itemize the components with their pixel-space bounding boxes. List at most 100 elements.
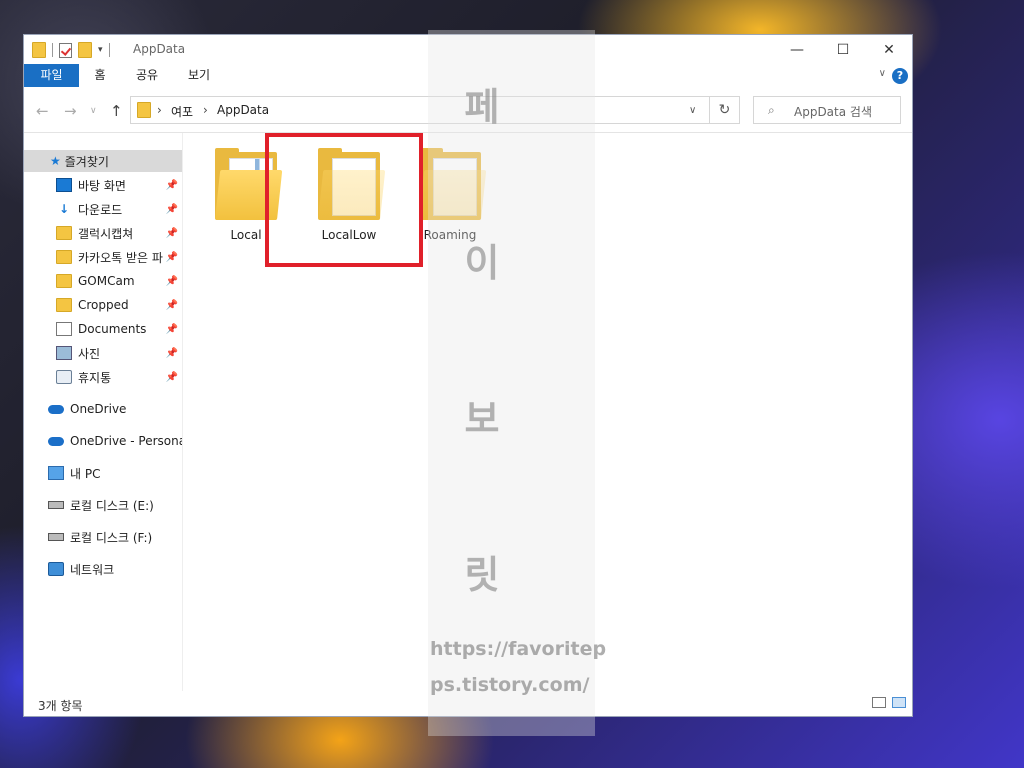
watermark-char: 이	[464, 241, 500, 285]
nav-label: 즐겨찾기	[64, 154, 109, 169]
quick-access-toolbar: ▾	[32, 41, 110, 59]
cloud-icon	[48, 404, 64, 414]
customize-toolbar-icon[interactable]: ▾	[98, 45, 103, 55]
watermark-url: ps.tistory.com/	[430, 674, 590, 696]
nav-this-pc[interactable]: 내 PC	[24, 462, 182, 484]
watermark-panel	[428, 30, 595, 736]
expand-ribbon-icon[interactable]: ∨	[879, 68, 886, 79]
tab-file[interactable]: 파일	[24, 64, 79, 87]
search-placeholder: AppData 검색	[794, 105, 872, 119]
pc-icon	[48, 466, 64, 480]
nav-label: 휴지통	[78, 370, 112, 385]
nav-onedrive[interactable]: OneDrive	[24, 398, 182, 420]
watermark-char: 릿	[464, 553, 500, 597]
search-box[interactable]: ⌕ AppData 검색	[753, 96, 901, 124]
nav-galaxy-capture[interactable]: 갤럭시캡쳐 📌	[24, 222, 182, 244]
nav-network[interactable]: 네트워크	[24, 558, 182, 580]
pin-icon: 📌	[165, 323, 178, 335]
nav-label: 갤럭시캡쳐	[78, 226, 134, 241]
tab-view[interactable]: 보기	[182, 64, 216, 87]
folder-icon	[56, 250, 72, 264]
nav-label: 바탕 화면	[78, 178, 126, 193]
refresh-icon[interactable]: ↻	[710, 96, 740, 124]
highlight-box	[265, 133, 423, 267]
nav-quick-access[interactable]: ★ 즐겨찾기	[24, 150, 182, 172]
navigation-pane: ★ 즐겨찾기 바탕 화면 📌 ↓ 다운로드 📌 갤럭시캡쳐 📌 카카오톡 받은 …	[24, 133, 183, 691]
nav-cropped[interactable]: Cropped 📌	[24, 294, 182, 316]
tab-share[interactable]: 공유	[130, 64, 164, 87]
nav-label: Cropped	[78, 298, 129, 312]
drive-icon	[48, 533, 64, 541]
close-button[interactable]: ✕	[866, 35, 912, 64]
network-icon	[48, 562, 64, 576]
download-arrow-icon: ↓	[58, 202, 70, 216]
pin-icon: 📌	[165, 299, 178, 311]
drive-icon	[48, 501, 64, 509]
nav-label: Documents	[78, 322, 147, 336]
pin-icon: 📌	[165, 347, 178, 359]
watermark-url: https://favoritep	[430, 638, 607, 660]
nav-label: 로컬 디스크 (F:)	[70, 530, 153, 545]
properties-icon[interactable]	[59, 42, 72, 58]
document-icon	[56, 322, 72, 336]
toolbar-divider	[52, 43, 53, 57]
view-toggle	[872, 697, 906, 708]
maximize-button[interactable]: ☐	[820, 35, 866, 64]
recycle-bin-icon	[56, 370, 72, 384]
nav-label: 사진	[78, 346, 101, 361]
folder-icon	[56, 298, 72, 312]
breadcrumb-separator: ›	[157, 103, 162, 117]
nav-label: 내 PC	[70, 466, 101, 481]
back-arrow-icon[interactable]: ←	[36, 102, 49, 120]
folder-icon[interactable]	[32, 42, 46, 58]
nav-label: 카카오톡 받은 파	[78, 250, 163, 265]
folder-icon	[56, 274, 72, 288]
toolbar-divider	[108, 43, 110, 57]
address-bar[interactable]: › 여포 › AppData ∨	[130, 96, 710, 124]
nav-drive-e[interactable]: 로컬 디스크 (E:)	[24, 494, 182, 516]
nav-desktop[interactable]: 바탕 화면 📌	[24, 174, 182, 196]
nav-onedrive-personal[interactable]: OneDrive - Personal	[24, 430, 182, 452]
breadcrumb-separator: ›	[203, 103, 208, 117]
item-count: 3개 항목	[38, 699, 83, 713]
watermark-char: 보	[464, 397, 500, 441]
nav-label: GOMCam	[78, 274, 135, 288]
minimize-button[interactable]: —	[774, 35, 820, 64]
nav-pictures[interactable]: 사진 📌	[24, 342, 182, 364]
search-icon: ⌕	[768, 103, 775, 117]
nav-kakaotalk[interactable]: 카카오톡 받은 파 📌	[24, 246, 182, 268]
breadcrumb-appdata[interactable]: AppData	[217, 103, 269, 117]
nav-label: 로컬 디스크 (E:)	[70, 498, 154, 513]
pin-icon: 📌	[165, 227, 178, 239]
nav-documents[interactable]: Documents 📌	[24, 318, 182, 340]
watermark-char: 페	[464, 85, 500, 129]
pin-icon: 📌	[165, 251, 178, 263]
star-icon: ★	[50, 154, 61, 168]
folder-icon	[137, 102, 151, 118]
breadcrumb-user[interactable]: 여포	[171, 103, 193, 120]
help-icon[interactable]: ?	[892, 68, 908, 84]
forward-arrow-icon[interactable]: →	[64, 102, 77, 120]
nav-label: OneDrive	[70, 402, 127, 416]
up-arrow-icon[interactable]: ↑	[110, 102, 123, 120]
nav-downloads[interactable]: ↓ 다운로드 📌	[24, 198, 182, 220]
desktop-icon	[56, 178, 72, 192]
address-dropdown-icon[interactable]: ∨	[689, 105, 696, 116]
nav-label: 다운로드	[78, 202, 123, 217]
pin-icon: 📌	[165, 203, 178, 215]
nav-label: OneDrive - Personal	[70, 434, 182, 448]
cloud-icon	[48, 436, 64, 446]
recent-locations-icon[interactable]: ∨	[90, 106, 97, 116]
pictures-icon	[56, 346, 72, 360]
window-title: AppData	[133, 42, 186, 56]
details-view-icon[interactable]	[872, 697, 886, 708]
nav-label: 네트워크	[70, 562, 115, 577]
pin-icon: 📌	[165, 371, 178, 383]
large-icons-view-icon[interactable]	[892, 697, 906, 708]
tab-home[interactable]: 홈	[84, 64, 116, 87]
new-folder-icon[interactable]	[78, 42, 92, 58]
pin-icon: 📌	[165, 275, 178, 287]
nav-drive-f[interactable]: 로컬 디스크 (F:)	[24, 526, 182, 548]
nav-gomcam[interactable]: GOMCam 📌	[24, 270, 182, 292]
nav-recycle-bin[interactable]: 휴지통 📌	[24, 366, 182, 388]
